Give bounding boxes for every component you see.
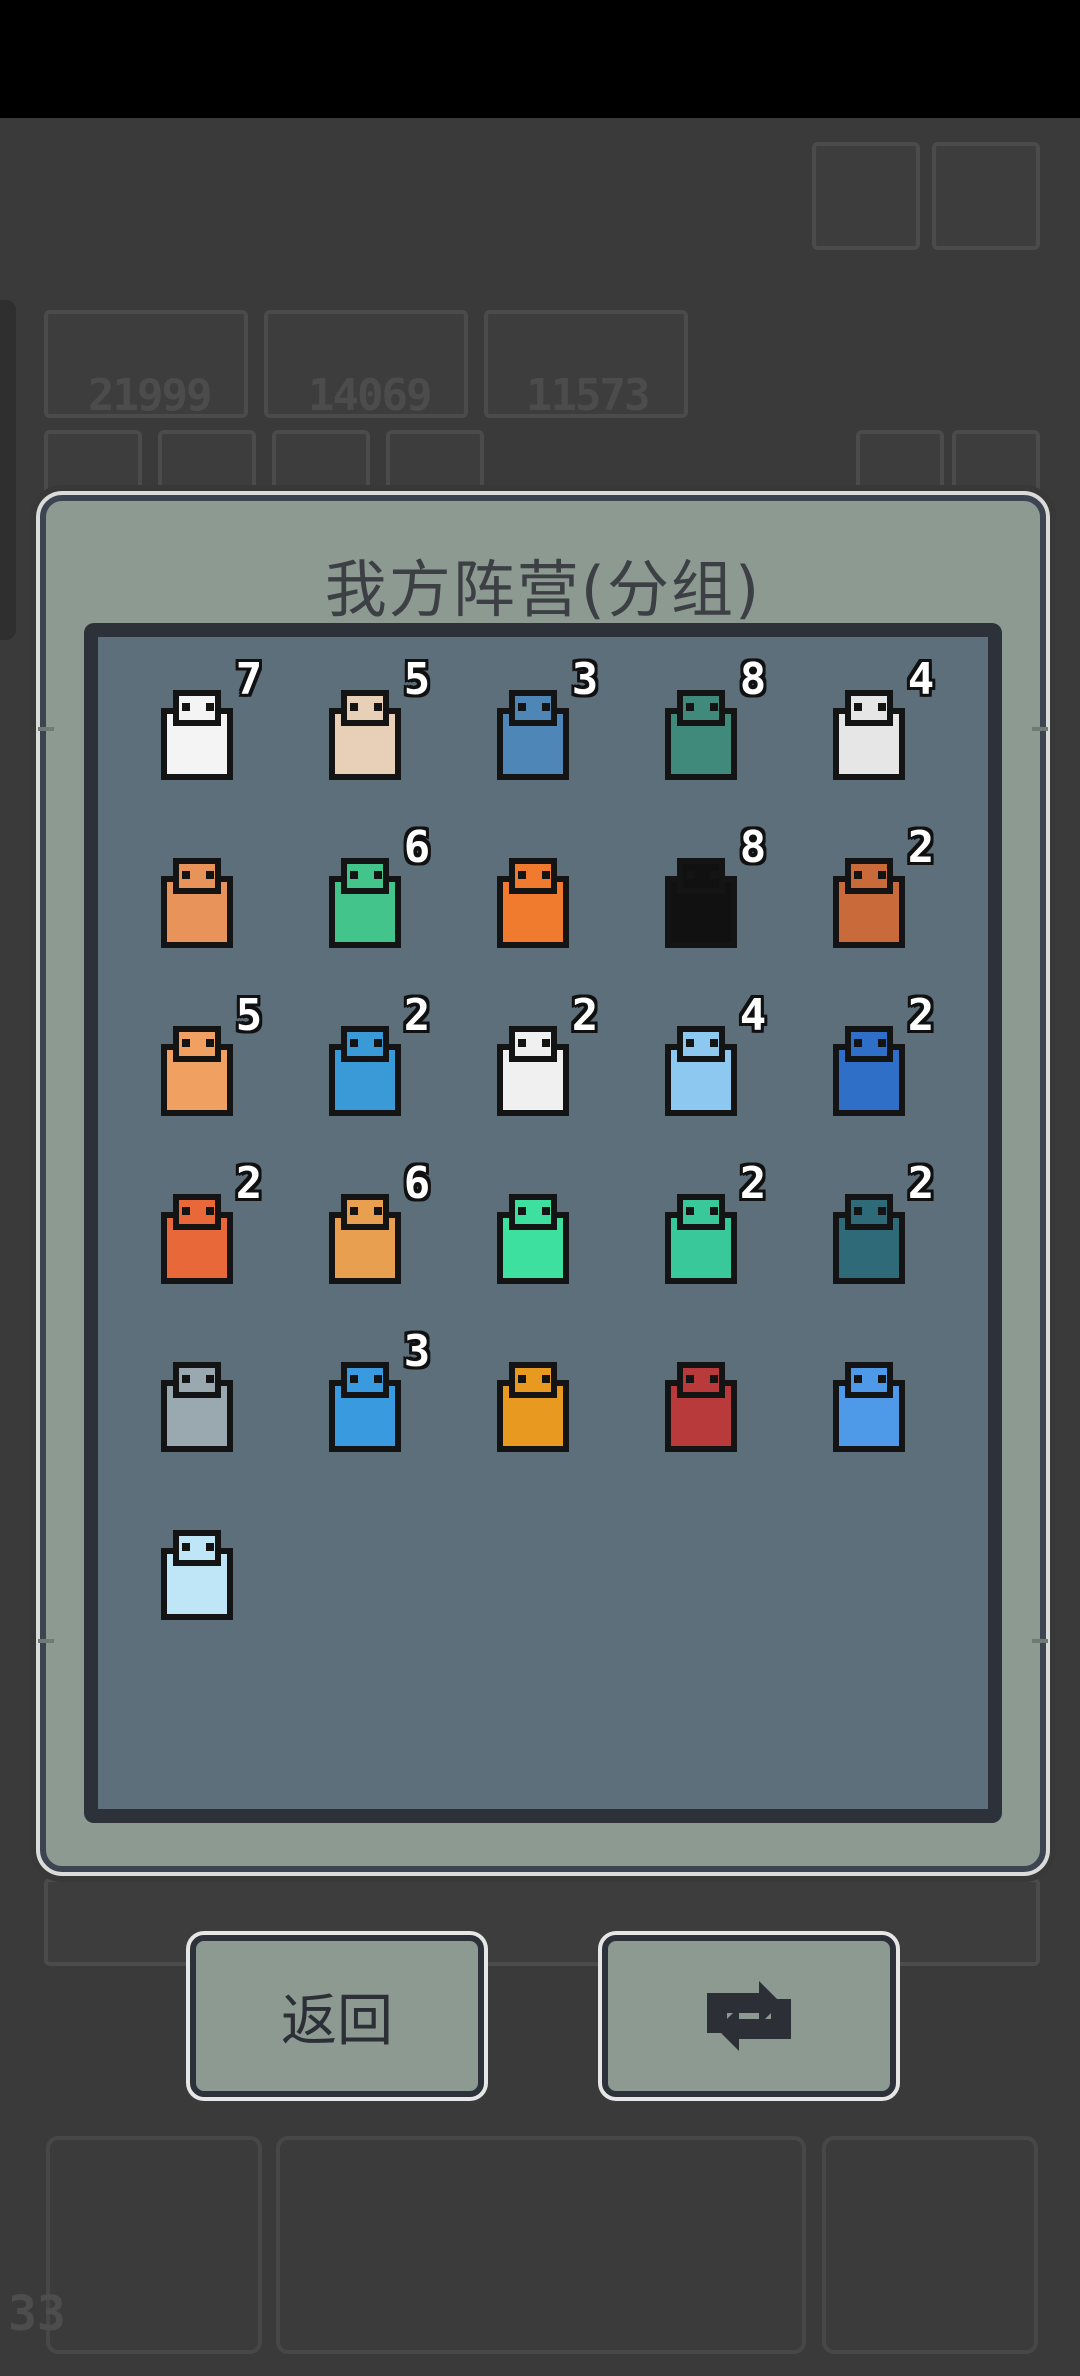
unit-count-badge: 8 xyxy=(739,654,767,705)
blue-orb-icon xyxy=(833,1362,905,1452)
unit-cell[interactable]: 6 xyxy=(290,825,440,975)
unit-count-badge: 5 xyxy=(235,990,263,1041)
modal-title: 我方阵营(分组) xyxy=(324,553,762,626)
bg-score-1: 21999 xyxy=(88,370,212,421)
unit-cell[interactable]: 5 xyxy=(122,993,272,1143)
unit-count-badge: 2 xyxy=(403,990,431,1041)
unit-cell[interactable]: 4 xyxy=(794,657,944,807)
unit-count-badge: 2 xyxy=(907,990,935,1041)
rail-marker xyxy=(38,1639,54,1643)
faction-modal: 我方阵营(分组) 7 5 3 8 4 6 8 2 5 2 2 4 2 2 6 2 2 3 xyxy=(38,495,1048,1872)
bg-settings-button xyxy=(932,142,1040,250)
back-button-label: 返回 xyxy=(281,1988,393,2054)
unit-cell[interactable] xyxy=(458,825,608,975)
unit-grid-panel: 7 5 3 8 4 6 8 2 5 2 2 4 2 2 6 2 2 3 xyxy=(84,623,1002,1823)
unit-cell[interactable]: 2 xyxy=(122,1161,272,1311)
unit-cell[interactable]: 4 xyxy=(626,993,776,1143)
unit-cell[interactable]: 8 xyxy=(626,657,776,807)
unit-cell[interactable] xyxy=(458,1329,608,1479)
bg-menu-button xyxy=(812,142,920,250)
refresh-button[interactable] xyxy=(602,1935,896,2097)
unit-count-badge: 6 xyxy=(403,1158,431,1209)
unit-count-badge: 2 xyxy=(907,822,935,873)
rail-marker xyxy=(1032,727,1048,731)
bg-bottom-center-panel xyxy=(276,2136,806,2354)
unit-count-badge: 7 xyxy=(235,654,263,705)
unit-cell[interactable] xyxy=(626,1329,776,1479)
unit-count-badge: 6 xyxy=(403,822,431,873)
unit-count-badge: 4 xyxy=(739,990,767,1041)
fire-spirit-icon xyxy=(497,858,569,948)
unit-count-badge: 2 xyxy=(907,1158,935,1209)
unit-cell[interactable]: 3 xyxy=(290,1329,440,1479)
bg-bottom-right-panel xyxy=(822,2136,1038,2354)
unit-cell[interactable]: 2 xyxy=(626,1161,776,1311)
unit-count-badge: 2 xyxy=(235,1158,263,1209)
unit-cell[interactable]: 2 xyxy=(458,993,608,1143)
bg-score-3: 11573 xyxy=(526,370,650,421)
skull-demon-icon xyxy=(161,1362,233,1452)
bg-bottom-left-panel xyxy=(46,2136,262,2354)
back-button[interactable]: 返回 xyxy=(190,1935,484,2097)
side-drawer-tab xyxy=(0,300,16,640)
red-imp-icon xyxy=(665,1362,737,1452)
unit-cell[interactable]: 6 xyxy=(290,1161,440,1311)
unit-count-badge: 4 xyxy=(907,654,935,705)
bg-level-number: 33 xyxy=(8,2286,66,2342)
unit-cell[interactable]: 8 xyxy=(626,825,776,975)
refresh-icon xyxy=(707,1981,791,2051)
status-bar xyxy=(0,0,1080,118)
unit-cell[interactable]: 2 xyxy=(290,993,440,1143)
unit-cell[interactable] xyxy=(122,825,272,975)
treasure-chest-icon xyxy=(161,858,233,948)
bg-score-2: 14069 xyxy=(308,370,432,421)
unit-cell[interactable]: 5 xyxy=(290,657,440,807)
unit-cell[interactable]: 7 xyxy=(122,657,272,807)
unit-cell[interactable]: 2 xyxy=(794,1161,944,1311)
unit-count-badge: 2 xyxy=(739,1158,767,1209)
unit-count-badge: 8 xyxy=(739,822,767,873)
unit-cell[interactable] xyxy=(122,1497,272,1647)
unit-cell[interactable] xyxy=(122,1329,272,1479)
unit-count-badge: 5 xyxy=(403,654,431,705)
golden-horned-beast-icon xyxy=(497,1362,569,1452)
rail-marker xyxy=(38,727,54,731)
unit-count-badge: 3 xyxy=(571,654,599,705)
unit-cell[interactable]: 2 xyxy=(794,993,944,1143)
unit-cell[interactable]: 2 xyxy=(794,825,944,975)
emerald-gem-icon xyxy=(497,1194,569,1284)
unit-cell[interactable] xyxy=(458,1161,608,1311)
unit-count-badge: 3 xyxy=(403,1326,431,1377)
ice-flame-icon xyxy=(161,1530,233,1620)
unit-cell[interactable] xyxy=(794,1329,944,1479)
unit-cell[interactable]: 3 xyxy=(458,657,608,807)
rail-marker xyxy=(1032,1639,1048,1643)
unit-count-badge: 2 xyxy=(571,990,599,1041)
